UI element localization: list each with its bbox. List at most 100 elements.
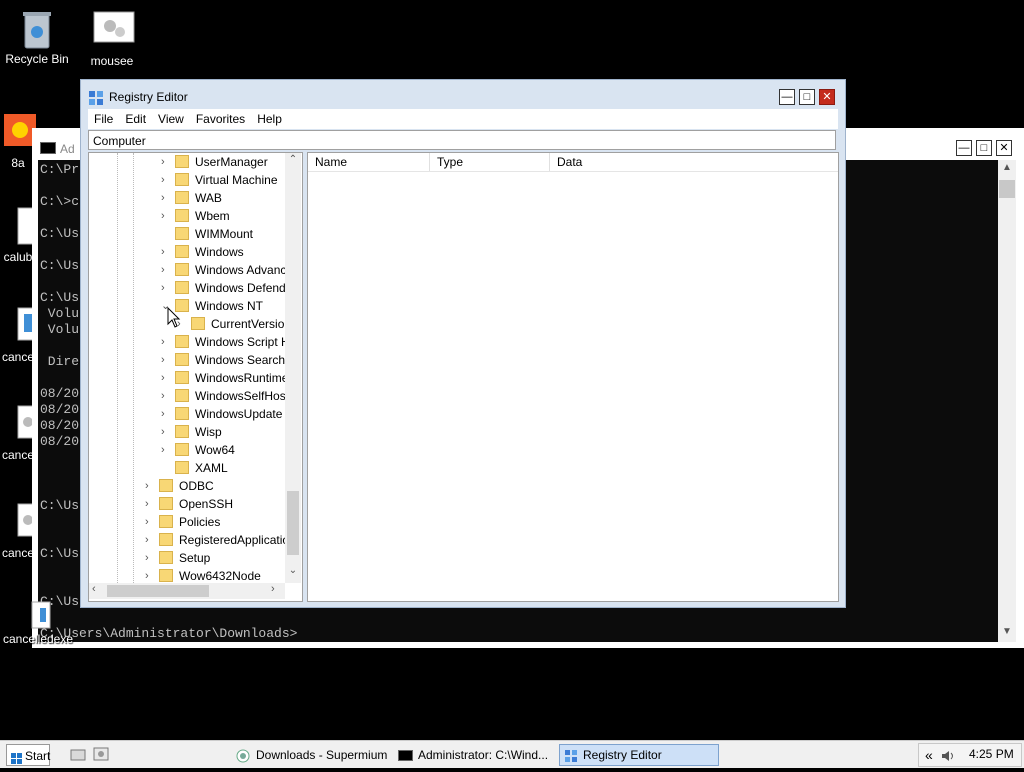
chevron-right-icon[interactable]: ›	[161, 189, 171, 207]
menu-favorites[interactable]: Favorites	[190, 109, 251, 126]
tree-item-label: XAML	[195, 461, 228, 475]
tree-item-label: Windows Script H	[195, 335, 290, 349]
taskbar-item-regedit[interactable]: Registry Editor	[559, 744, 719, 766]
cmd-icon	[398, 750, 413, 761]
tray-expand-chevron-icon[interactable]: «	[925, 747, 933, 763]
folder-icon	[175, 263, 189, 276]
console-line: Dire	[40, 354, 80, 369]
header-divider	[308, 171, 838, 172]
console-line: 08/20	[40, 434, 80, 449]
chevron-right-icon[interactable]: ›	[161, 171, 171, 189]
clock[interactable]: 4:25 PM	[969, 747, 1014, 761]
quick-launch-settings-icon[interactable]	[93, 747, 109, 764]
cmd-close-button[interactable]: ✕	[996, 140, 1012, 156]
column-header-name[interactable]: Name	[308, 153, 430, 171]
gear-file-icon	[92, 10, 135, 50]
quick-launch-explorer-icon[interactable]	[70, 747, 86, 764]
console-line: 08/20	[40, 386, 80, 401]
start-button[interactable]: Start	[6, 744, 50, 766]
tree-item-label: WindowsSelfHost	[195, 389, 290, 403]
tree-item-label: WindowsUpdate	[195, 407, 283, 421]
console-line: 08/20	[40, 418, 80, 433]
registry-tree[interactable]: › UserManager › Virtual Machine › WAB › Wbem…	[88, 152, 303, 602]
tree-item-label: Wisp	[195, 425, 222, 439]
speaker-icon[interactable]	[941, 749, 957, 766]
chevron-right-icon[interactable]: ›	[161, 351, 171, 369]
regedit-app-icon	[88, 90, 104, 109]
tree-item-label: Windows Advanc	[195, 263, 287, 277]
tree-item-label: Setup	[179, 551, 211, 565]
folder-icon	[175, 443, 189, 456]
scroll-right-arrow-icon[interactable]: ›	[271, 583, 275, 595]
desktop-icon-cancelledexe[interactable]: cancelledexe	[2, 600, 74, 646]
tree-horizontal-scrollbar[interactable]: ‹ ›	[89, 583, 285, 599]
tree-item-label: Windows Defend	[195, 281, 286, 295]
folder-icon	[175, 407, 189, 420]
folder-icon	[175, 371, 189, 384]
scroll-down-arrow-icon[interactable]: ▼	[998, 626, 1016, 637]
minimize-button[interactable]: —	[779, 89, 795, 105]
chevron-right-icon[interactable]: ›	[145, 549, 155, 567]
cmd-vertical-scrollbar[interactable]: ▲ ▼	[998, 160, 1016, 642]
folder-icon	[159, 551, 173, 564]
chevron-right-icon[interactable]: ›	[145, 477, 155, 495]
maximize-button[interactable]: □	[799, 89, 815, 105]
menu-help[interactable]: Help	[251, 109, 288, 126]
chevron-right-icon[interactable]: ›	[161, 405, 171, 423]
console-prompt: C:\Users\Administrator\Downloads>	[40, 626, 298, 641]
chevron-right-icon[interactable]: ›	[161, 261, 171, 279]
chevron-right-icon[interactable]: ›	[161, 423, 171, 441]
tree-vertical-scrollbar[interactable]: ⌃ ⌄	[285, 153, 301, 583]
recycle-bin-icon[interactable]: Recycle Bin	[1, 8, 73, 66]
start-label: Start	[25, 749, 51, 763]
chevron-right-icon[interactable]: ›	[161, 207, 171, 225]
menu-file[interactable]: File	[88, 109, 119, 126]
menu-edit[interactable]: Edit	[119, 109, 152, 126]
console-line: C:\Us	[40, 226, 80, 241]
window-title: Registry Editor	[109, 90, 188, 104]
console-line: 08/20	[40, 402, 80, 417]
chevron-right-icon[interactable]: ›	[161, 369, 171, 387]
scroll-up-arrow-icon[interactable]: ⌃	[285, 154, 301, 165]
scroll-down-arrow-icon[interactable]: ⌄	[285, 565, 301, 576]
menu-view[interactable]: View	[152, 109, 190, 126]
cmd-maximize-button[interactable]: □	[976, 140, 992, 156]
chevron-right-icon[interactable]: ›	[161, 441, 171, 459]
regedit-icon	[564, 748, 578, 770]
folder-icon	[159, 497, 173, 510]
folder-icon	[159, 569, 173, 582]
close-button[interactable]: ✕	[819, 89, 835, 105]
chevron-right-icon[interactable]: ›	[145, 495, 155, 513]
registry-editor-window[interactable]: Registry Editor — □ ✕ File Edit View Favori…	[80, 79, 846, 608]
column-header-type[interactable]: Type	[430, 153, 550, 171]
chevron-right-icon[interactable]: ›	[161, 333, 171, 351]
column-header-data[interactable]: Data	[550, 153, 838, 171]
chevron-right-icon[interactable]: ›	[161, 243, 171, 261]
chevron-right-icon[interactable]: ›	[145, 531, 155, 549]
mousee-icon[interactable]: mousee	[76, 10, 148, 68]
desktop-icon-label: mousee	[90, 54, 134, 68]
chevron-right-icon[interactable]: ›	[161, 279, 171, 297]
tree-item-label: WindowsRuntime	[195, 371, 289, 385]
values-list[interactable]: Name Type Data	[307, 152, 839, 602]
tree-item-label: ODBC	[179, 479, 214, 493]
address-bar[interactable]: Computer	[88, 130, 836, 150]
chevron-right-icon[interactable]: ›	[145, 513, 155, 531]
console-line: C:\Us	[40, 546, 80, 561]
folder-icon	[175, 209, 189, 222]
scroll-thumb[interactable]	[107, 585, 209, 597]
recycle-bin-icon	[17, 8, 57, 49]
tree-item-label: OpenSSH	[179, 497, 234, 511]
folder-icon	[159, 515, 173, 528]
mouse-cursor-icon	[167, 306, 181, 332]
scroll-thumb[interactable]	[287, 491, 299, 555]
cmd-minimize-button[interactable]: —	[956, 140, 972, 156]
chevron-right-icon[interactable]: ›	[161, 387, 171, 405]
chevron-right-icon[interactable]: ›	[161, 153, 171, 171]
folder-icon	[175, 173, 189, 186]
scroll-up-arrow-icon[interactable]: ▲	[998, 162, 1016, 173]
taskbar: Start Downloads - Supermium Administrato…	[0, 740, 1024, 768]
folder-icon	[175, 281, 189, 294]
scroll-left-arrow-icon[interactable]: ‹	[92, 583, 96, 595]
scroll-thumb[interactable]	[999, 180, 1015, 198]
